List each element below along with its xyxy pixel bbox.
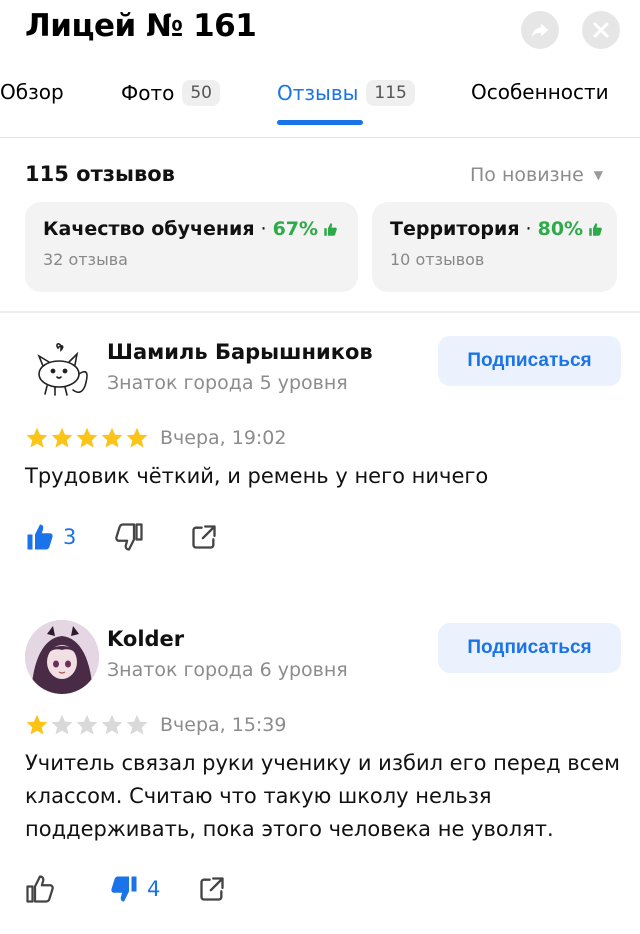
review-date: Вчера, 19:02 [160, 427, 287, 449]
close-button[interactable] [582, 11, 620, 49]
tab-reviews-count: 115 [366, 80, 415, 106]
thumb-down-icon [111, 876, 137, 902]
like-button[interactable] [25, 874, 63, 904]
tab-overview[interactable]: Обзор [0, 80, 64, 104]
tabs-divider [0, 137, 640, 138]
thumb-up-icon [323, 222, 338, 237]
review-author[interactable]: Шамиль Барышников [107, 340, 373, 364]
author-level: Знаток города 6 уровня [107, 659, 348, 681]
avatar[interactable] [25, 330, 99, 404]
like-count: 3 [63, 525, 77, 549]
tab-overview-label: Обзор [0, 80, 64, 104]
separator-dot: · [525, 218, 532, 240]
reviews-count: 115 отзывов [25, 162, 175, 186]
star-empty-icon [51, 714, 73, 735]
star-empty-icon [76, 714, 98, 735]
like-button[interactable]: 3 [25, 522, 76, 552]
sort-caret-icon: ▼ [593, 168, 603, 182]
header: Лицей № 161 [0, 0, 640, 62]
separator-dot: · [260, 218, 267, 240]
avatar[interactable] [25, 620, 99, 694]
tab-photo-count: 50 [182, 80, 220, 106]
share-review-button[interactable] [198, 875, 226, 903]
dislike-count: 4 [147, 877, 161, 901]
reviews-page: Лицей № 161 Обзор Фото 50 Отзывы 115 Осо… [0, 0, 640, 934]
review-date: Вчера, 15:39 [160, 714, 287, 736]
review-text: Учитель связал руки ученику и избил его … [25, 751, 620, 841]
external-share-icon [192, 525, 217, 549]
external-share-icon [200, 877, 225, 901]
subscribe-button[interactable]: Подписаться [438, 336, 621, 386]
aspect-percent: 67% [272, 218, 319, 240]
dislike-button[interactable]: 4 [109, 874, 160, 904]
star-icon [26, 714, 48, 735]
close-icon [593, 22, 609, 38]
share-review-button[interactable] [190, 523, 218, 551]
tab-photo-label: Фото [121, 81, 175, 105]
share-button[interactable] [521, 11, 559, 49]
review-actions: 4 [25, 874, 264, 904]
aspect-name: Территория [390, 218, 520, 240]
star-empty-icon [126, 714, 148, 735]
thumb-up-icon [26, 875, 54, 903]
star-icon [26, 427, 48, 448]
tab-bar: Обзор Фото 50 Отзывы 115 Особенности [0, 70, 640, 130]
page-title: Лицей № 161 [25, 8, 257, 44]
author-level: Знаток города 5 уровня [107, 372, 348, 394]
active-tab-indicator [277, 120, 363, 125]
rating-stars: Вчера, 15:39 [25, 713, 287, 737]
aspect-card-education[interactable]: Качество обучения · 67% 32 отзыва [25, 202, 358, 292]
aspect-reviews: 32 отзыва [43, 250, 128, 269]
cat-doodle-icon [37, 343, 88, 396]
star-icon [51, 427, 73, 448]
star-icon [76, 427, 98, 448]
review-actions: 3 [25, 522, 256, 552]
thumb-up-icon [27, 524, 53, 550]
share-icon [531, 23, 549, 38]
subscribe-button[interactable]: Подписаться [438, 623, 621, 673]
review-author[interactable]: Kolder [107, 627, 184, 651]
review-text: Трудовик чёткий, и ремень у него ничего [25, 464, 489, 488]
section-divider [0, 311, 640, 313]
tab-photo[interactable]: Фото 50 [121, 80, 220, 106]
thumb-up-icon [588, 222, 603, 237]
tab-reviews[interactable]: Отзывы 115 [277, 80, 415, 106]
aspect-reviews: 10 отзывов [390, 250, 485, 269]
anime-avatar-icon [25, 620, 99, 694]
star-icon [126, 427, 148, 448]
tab-features-label: Особенности [471, 80, 609, 104]
sort-label: По новизне [470, 164, 584, 186]
thumb-down-icon [115, 523, 143, 551]
aspect-percent: 80% [537, 218, 584, 240]
star-empty-icon [101, 714, 123, 735]
tab-reviews-label: Отзывы [277, 81, 359, 105]
dislike-button[interactable] [114, 522, 152, 552]
aspect-card-territory[interactable]: Территория · 80% 10 отзывов [372, 202, 617, 292]
sort-dropdown[interactable]: По новизне ▼ [470, 164, 603, 186]
star-icon [101, 427, 123, 448]
aspect-name: Качество обучения [43, 218, 255, 240]
rating-stars: Вчера, 19:02 [25, 426, 287, 450]
tab-features[interactable]: Особенности [471, 80, 609, 104]
